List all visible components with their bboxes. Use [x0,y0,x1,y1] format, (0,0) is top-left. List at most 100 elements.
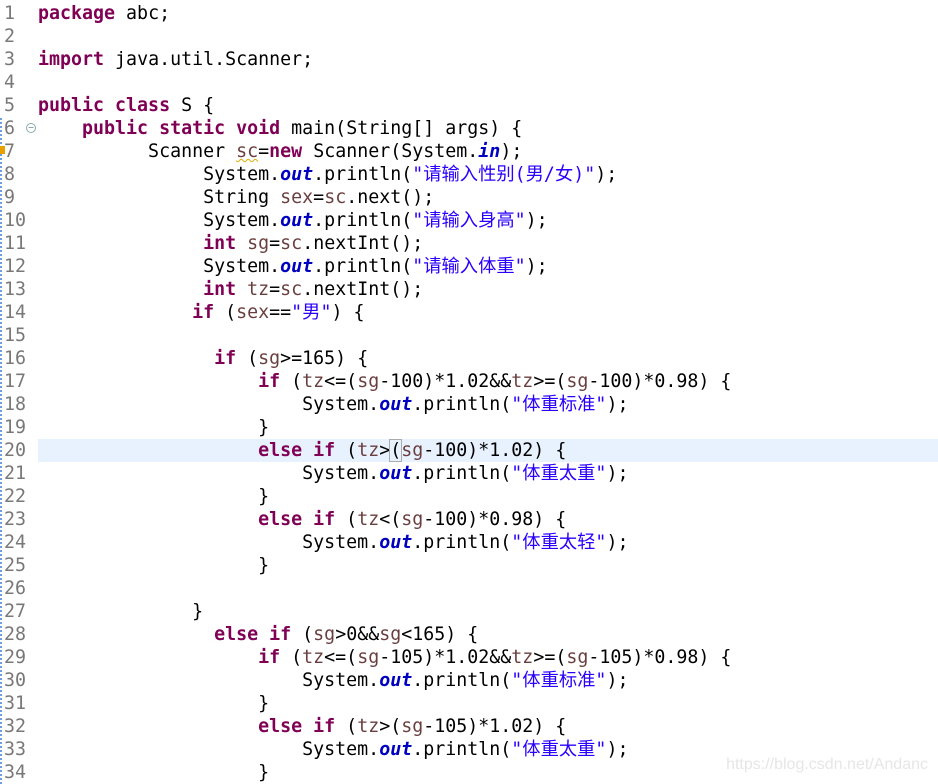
code-line[interactable]: 28 else if (sg>0&&sg<165) { [0,623,938,646]
local-variable: sg [357,371,380,392]
code-line[interactable]: 23 else if (tz<(sg-100)*0.98) { [0,508,938,531]
keyword: public class [38,95,171,116]
code-text: <165) { [401,624,479,645]
line-number: 5 [4,95,16,116]
code-text: ); [606,670,629,691]
code-editor[interactable]: 1 package abc; 2 3 import java.util.Scanner;… [0,2,938,784]
code-content: else if (tz<(sg-100)*0.98) { [38,508,938,531]
code-content [38,25,938,48]
code-line[interactable]: 13 int tz=sc.nextInt(); [0,278,938,301]
code-content: else if (sg>0&&sg<165) { [38,623,938,646]
code-line[interactable]: 32 else if (tz>(sg-105)*1.02) { [0,715,938,738]
code-line[interactable]: 12 System.out.println("请输入体重"); [0,255,938,278]
code-text: main(String[] args) { [280,118,523,139]
code-line[interactable]: 2 [0,25,938,48]
code-text: System. [38,210,281,231]
code-text: ( [236,348,259,369]
code-line[interactable]: 7 Scanner sc=new Scanner(System.in); [0,140,938,163]
code-text: System. [38,463,380,484]
fold-collapse-icon[interactable]: − [26,123,36,133]
line-number: 14 [4,302,27,323]
line-number: 30 [4,670,27,691]
code-text: <=( [324,647,358,668]
code-line[interactable]: 21 System.out.println("体重太重"); [0,462,938,485]
keyword: if [192,302,215,323]
line-number: 31 [4,693,27,714]
code-content: System.out.println("体重标准"); [38,669,938,692]
code-line[interactable]: 27 } [0,600,938,623]
code-text: -100)*1.02&& [379,371,512,392]
local-variable: sg [401,716,424,737]
code-content: String sex=sc.next(); [38,186,938,209]
local-variable: tz [302,371,325,392]
code-text: ); [525,210,548,231]
code-text: ); [595,164,618,185]
keyword: package [38,3,116,24]
code-line[interactable]: 5 public class S { [0,94,938,117]
keyword: else if [258,509,336,530]
code-text: .println( [412,463,512,484]
local-variable: sc [324,187,347,208]
code-line[interactable]: 26 [0,577,938,600]
code-content: System.out.println("请输入体重"); [38,255,938,278]
code-text: <=( [324,371,358,392]
code-content: System.out.println("请输入身高"); [38,209,938,232]
code-text: ) { [331,302,365,323]
code-line[interactable]: 24 System.out.println("体重太轻"); [0,531,938,554]
local-variable: sex [236,302,270,323]
code-line[interactable]: 6− public static void main(String[] args… [0,117,938,140]
code-line[interactable]: 3 import java.util.Scanner; [0,48,938,71]
code-line[interactable]: 16 if (sg>=165) { [0,347,938,370]
line-number: 20 [4,440,27,461]
code-line[interactable]: 19 } [0,416,938,439]
code-text: abc; [115,3,171,24]
line-number: 10 [4,210,27,231]
code-line[interactable]: 11 int sg=sc.nextInt(); [0,232,938,255]
line-number: 18 [4,394,27,415]
static-field: in [478,141,501,162]
local-variable: sex [280,187,314,208]
code-text: .nextInt(); [302,279,424,300]
keyword: else if [214,624,292,645]
code-line[interactable]: 29 if (tz<=(sg-105)*1.02&&tz>=(sg-105)*0… [0,646,938,669]
static-field: out [280,210,314,231]
code-line[interactable]: 4 [0,71,938,94]
code-text: System. [38,394,380,415]
code-text: -105)*1.02&& [379,647,512,668]
code-line[interactable]: 10 System.out.println("请输入身高"); [0,209,938,232]
code-line[interactable]: 20 else if (tz>(sg-100)*1.02) { [0,439,938,462]
local-variable: sg [566,647,589,668]
line-number: 11 [4,233,27,254]
code-line[interactable]: 30 System.out.println("体重标准"); [0,669,938,692]
code-content: else if (tz>(sg-100)*1.02) { [38,439,938,462]
code-line[interactable]: 1 package abc; [0,2,938,25]
code-line[interactable]: 14 if (sex=="男") { [0,301,938,324]
code-line[interactable]: 22 } [0,485,938,508]
local-variable: tz [302,647,325,668]
code-text: == [269,302,292,323]
line-number: 4 [4,72,16,93]
code-content: if (tz<=(sg-100)*1.02&&tz>=(sg-100)*0.98… [38,370,938,393]
code-line[interactable]: 25 } [0,554,938,577]
code-content: package abc; [38,2,938,25]
code-text: = [313,187,325,208]
line-number: 8 [4,164,16,185]
local-variable: sc [280,233,303,254]
line-number: 17 [4,371,27,392]
string-literal: "请输入身高" [412,210,526,231]
static-field: out [379,532,413,553]
code-text: String [38,187,281,208]
code-content: } [38,416,938,439]
static-field: out [379,670,413,691]
code-line[interactable]: 17 if (tz<=(sg-100)*1.02&&tz>=(sg-100)*0… [0,370,938,393]
code-line[interactable]: 31 } [0,692,938,715]
code-line[interactable]: 9 String sex=sc.next(); [0,186,938,209]
code-line[interactable]: 18 System.out.println("体重标准"); [0,393,938,416]
code-content: } [38,554,938,577]
code-line[interactable]: 15 [0,324,938,347]
code-line[interactable]: 8 System.out.println("请输入性别(男/女)"); [0,163,938,186]
code-text: } [38,555,270,576]
